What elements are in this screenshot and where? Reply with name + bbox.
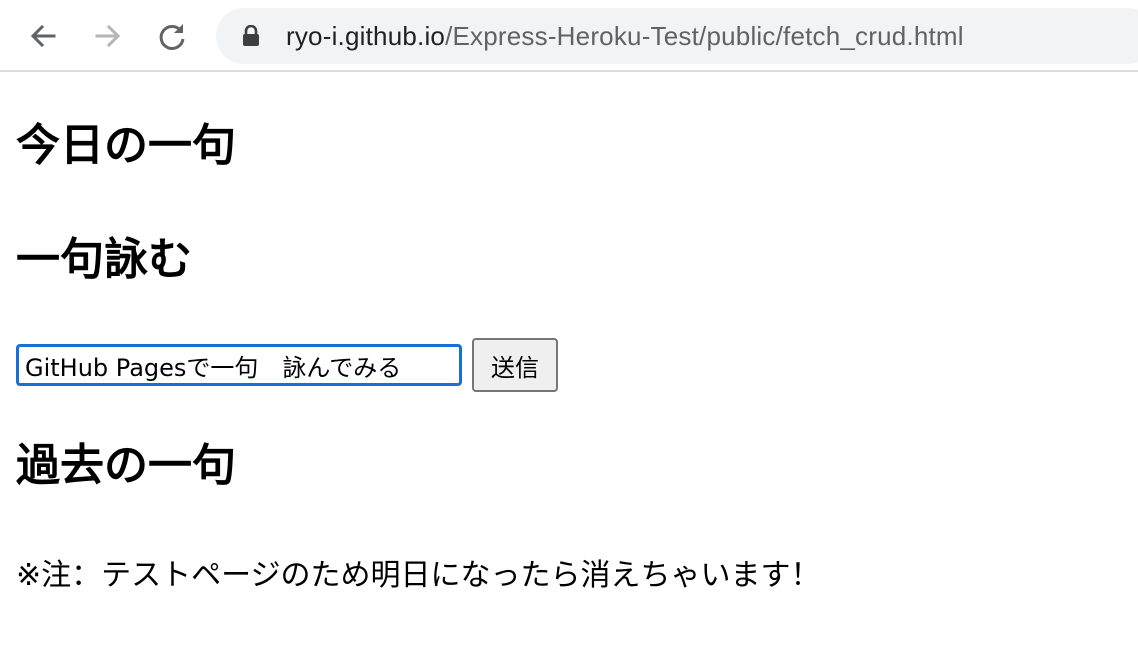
url-text: ryo-i.github.io/Express-Heroku-Test/publ…: [286, 21, 964, 52]
haiku-form: 送信: [16, 338, 558, 392]
reload-icon: [156, 20, 188, 52]
arrow-right-icon: [93, 21, 123, 51]
forward-button[interactable]: [88, 16, 128, 56]
browser-toolbar: ryo-i.github.io/Express-Heroku-Test/publ…: [0, 0, 1138, 72]
submit-button[interactable]: 送信: [472, 338, 558, 392]
note-text: ※注：テストページのため明日になったら消えちゃいます！: [16, 558, 821, 593]
arrow-left-icon: [28, 21, 58, 51]
url-path: /Express-Heroku-Test/public/fetch_crud.h…: [445, 20, 964, 51]
past-haiku-heading: 過去の一句: [16, 440, 236, 491]
today-haiku-heading: 今日の一句: [16, 120, 236, 171]
address-bar[interactable]: ryo-i.github.io/Express-Heroku-Test/publ…: [216, 8, 1138, 64]
haiku-input[interactable]: [16, 344, 462, 386]
back-button[interactable]: [23, 16, 63, 56]
lock-icon: [240, 24, 262, 48]
url-host: ryo-i.github.io: [286, 20, 446, 51]
reload-button[interactable]: [152, 16, 192, 56]
compose-haiku-heading: 一句詠む: [16, 234, 192, 285]
